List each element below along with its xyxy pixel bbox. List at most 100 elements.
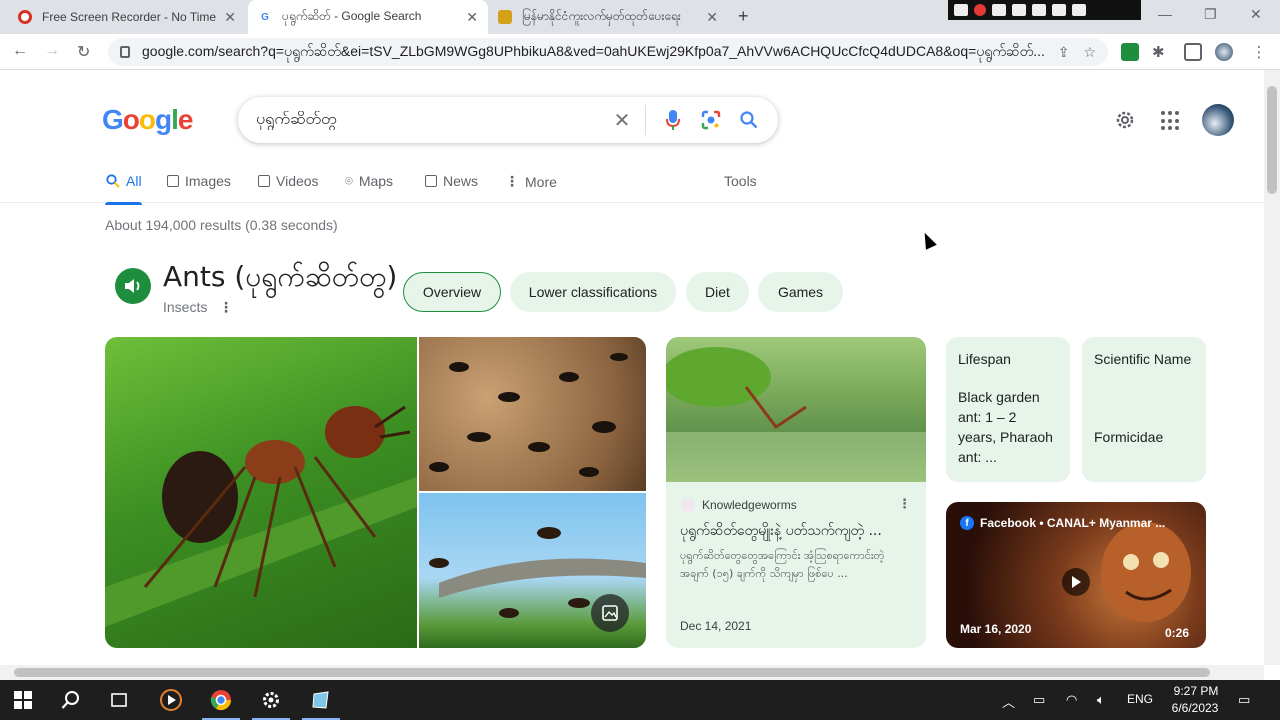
bookmark-star-icon[interactable]: ☆ (1083, 44, 1096, 61)
voice-search-mic-icon[interactable] (662, 109, 684, 131)
logo-letter: l (171, 104, 179, 135)
close-tab-icon[interactable]: ✕ (466, 9, 478, 26)
reload-icon[interactable]: ↻ (77, 42, 90, 62)
video-duration: 0:26 (1165, 626, 1190, 640)
fact-label: Lifespan (958, 351, 1011, 367)
profile-avatar-icon[interactable] (1215, 43, 1233, 61)
google-logo[interactable]: Google (102, 104, 193, 136)
map-pin-icon: ⌾ (345, 173, 353, 188)
close-tab-icon[interactable]: ✕ (224, 9, 236, 26)
webcam-icon[interactable] (1032, 4, 1046, 16)
video-card[interactable]: f Facebook • CANAL+ Myanmar ... Mar 16, … (946, 502, 1206, 648)
battery-icon[interactable]: ▭ (1033, 692, 1045, 708)
tools-button[interactable]: Tools (724, 173, 757, 189)
record-button-icon[interactable] (974, 4, 986, 16)
minimize-window-icon[interactable]: — (1158, 6, 1172, 22)
lock-icon[interactable] (120, 46, 130, 58)
taskbar-search-icon[interactable] (58, 688, 84, 712)
notepad-taskbar-icon[interactable] (302, 688, 340, 720)
record-icon (18, 10, 32, 24)
gear-icon[interactable] (1072, 4, 1086, 16)
article-source: Knowledgeworms (702, 498, 797, 512)
share-icon[interactable]: ⇪ (1058, 44, 1070, 61)
fact-card-lifespan[interactable]: Lifespan Black garden ant: 1 – 2 years, … (946, 337, 1070, 482)
pronunciation-speaker-icon[interactable] (115, 268, 151, 304)
search-divider (645, 105, 646, 135)
media-player-icon[interactable] (158, 688, 184, 712)
article-title[interactable]: ပုရွက်ဆိတ်တွေမျိုးနဲ့ ပတ်သက်ကျတဲ့ ... (680, 521, 912, 542)
news-icon (425, 175, 437, 187)
account-avatar[interactable] (1202, 104, 1234, 136)
windows-start-icon[interactable] (10, 688, 36, 712)
tab-images[interactable]: Images (167, 173, 231, 189)
kebab-menu-icon[interactable]: ⋮ (1250, 43, 1268, 61)
search-submit-icon[interactable] (738, 109, 760, 131)
ant-closeup-image[interactable] (105, 337, 417, 648)
chrome-taskbar-icon[interactable] (202, 688, 240, 720)
google-apps-grid-icon[interactable] (1161, 111, 1181, 131)
show-hidden-icons-chevron-icon[interactable]: ︿ (1002, 692, 1015, 711)
article-card[interactable]: Knowledgeworms ⋮ ပုရွက်ဆိတ်တွေမျိုးနဲ့ ပ… (666, 337, 926, 648)
tab-more[interactable]: ⋮ More (505, 173, 557, 190)
chip-games[interactable]: Games (758, 272, 843, 312)
notification-center-icon[interactable]: ▭ (1238, 692, 1250, 708)
entity-more-options-icon[interactable]: ⋮ (219, 299, 233, 316)
play-icon[interactable] (1062, 568, 1090, 596)
side-panel-icon[interactable] (1184, 43, 1202, 61)
close-tab-icon[interactable]: ✕ (706, 9, 718, 26)
new-tab-button[interactable]: + (738, 6, 749, 27)
tab-label: All (126, 173, 142, 189)
tab-maps[interactable]: ⌾ Maps (345, 173, 393, 189)
video-source: f Facebook • CANAL+ Myanmar ... (960, 516, 1165, 530)
browser-tab-google-search[interactable]: G ပုရွက်ဆိတ် - Google Search ✕ (248, 0, 488, 34)
video-source-label: Facebook • CANAL+ Myanmar ... (980, 516, 1166, 530)
volume-icon[interactable]: 🔈︎ (1097, 692, 1105, 708)
address-bar[interactable]: google.com/search?q=ပုရွက်ဆိတ်&ei=tSV_ZL… (108, 38, 1108, 66)
clear-search-icon[interactable]: ✕ (611, 109, 633, 132)
tab-videos[interactable]: Videos (258, 173, 319, 189)
tab-title: Free Screen Recorder - No Time L (42, 10, 217, 24)
task-view-icon[interactable] (106, 688, 132, 712)
clock-time[interactable]: 9:27 PM (1170, 684, 1222, 698)
mouse-cursor-icon (919, 230, 937, 250)
back-arrow-icon[interactable]: ← (12, 42, 28, 60)
logo-letter: o (122, 104, 140, 135)
myanmar-emblem-icon (498, 10, 512, 24)
download-extension-icon[interactable] (1121, 43, 1139, 61)
url-text[interactable]: google.com/search?q=ပုရွက်ဆိတ်&ei=tSV_ZL… (142, 42, 1044, 63)
camera-icon[interactable] (954, 4, 968, 16)
forward-arrow-icon[interactable]: → (44, 42, 60, 60)
ant-colony-image[interactable] (419, 337, 646, 491)
tab-label: Videos (276, 173, 319, 189)
fact-label: Scientific Name (1094, 351, 1192, 367)
view-images-icon[interactable] (591, 594, 629, 632)
wifi-icon[interactable]: ◠ (1066, 692, 1077, 708)
search-input[interactable] (256, 110, 595, 130)
extensions-puzzle-icon[interactable]: ✱ (1152, 43, 1170, 61)
article-more-icon[interactable]: ⋮ (898, 496, 911, 512)
settings-gear-icon[interactable] (1114, 109, 1136, 131)
chip-overview[interactable]: Overview (403, 272, 501, 312)
browser-tab-myanmar-passport[interactable]: မြန်မာနိုင်ငံကူးလက်မှတ်ထုတ်ပေးရေး ✕ (488, 0, 728, 34)
logo-letter: o (138, 104, 156, 135)
tab-news[interactable]: News (425, 173, 478, 189)
horizontal-scrollbar-thumb[interactable] (14, 668, 1210, 677)
tab-all[interactable]: All (106, 173, 142, 189)
tab-label: Maps (358, 173, 394, 189)
chip-lower-classifications[interactable]: Lower classifications (510, 272, 676, 312)
vertical-scrollbar-thumb[interactable] (1267, 86, 1277, 194)
browser-tab-screen-recorder[interactable]: Free Screen Recorder - No Time L ✕ (8, 0, 246, 34)
logo-letter: g (155, 104, 172, 135)
speaker-icon[interactable] (1012, 4, 1026, 16)
chip-diet[interactable]: Diet (686, 272, 749, 312)
lens-camera-icon[interactable] (700, 109, 722, 131)
screen-recorder-toolbar[interactable] (948, 0, 1141, 20)
settings-taskbar-icon[interactable] (252, 688, 290, 720)
close-window-icon[interactable]: ✕ (1250, 6, 1262, 23)
window-icon[interactable] (1052, 4, 1066, 16)
input-language[interactable]: ENG (1127, 692, 1153, 706)
clock-date[interactable]: 6/6/2023 (1164, 701, 1226, 715)
mic-icon[interactable] (992, 4, 1006, 16)
restore-window-icon[interactable]: ❐ (1204, 6, 1217, 23)
fact-card-scientific-name[interactable]: Scientific Name Formicidae (1082, 337, 1206, 482)
